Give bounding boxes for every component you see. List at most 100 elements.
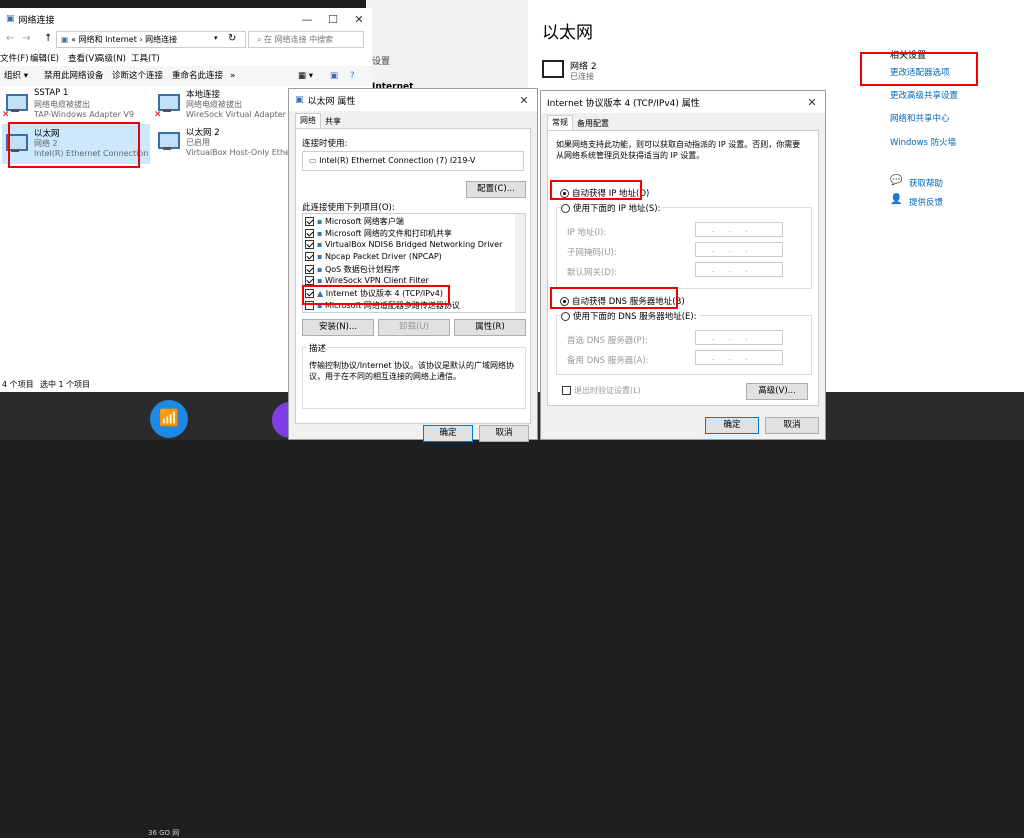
checkbox[interactable] — [305, 301, 314, 310]
link-change-adapter[interactable]: 更改适配器选项 — [890, 66, 950, 78]
item-icon: ▪ — [317, 229, 323, 238]
minimize-icon[interactable]: — — [294, 13, 320, 26]
list-item-ipv4[interactable]: ▲ Internet 协议版本 4 (TCP/IPv4) — [305, 288, 443, 299]
auto-dns-option[interactable]: 自动获得 DNS 服务器地址(B) — [560, 295, 685, 307]
close-icon[interactable]: ✕ — [511, 94, 537, 107]
properties-titlebar: ▣ 以太网 属性 ✕ — [289, 89, 537, 111]
wifi-app-icon[interactable]: 📶 — [150, 400, 188, 438]
radio[interactable] — [560, 189, 569, 198]
tab-network[interactable]: 网络 — [295, 113, 321, 128]
checkbox[interactable] — [305, 276, 314, 285]
cancel-button[interactable]: 取消 — [765, 417, 819, 434]
adapter-ethernet-2[interactable]: 以太网 2 已启用 VirtualBox Host-Only Etherne..… — [154, 126, 311, 162]
menu-file[interactable]: 文件(F) — [0, 52, 29, 64]
organize-button[interactable]: 组织 ▾ — [4, 66, 28, 86]
list-item[interactable]: ▪ Npcap Packet Driver (NPCAP) — [305, 252, 442, 261]
checkbox[interactable] — [305, 229, 314, 238]
validate-option[interactable]: 退出时验证设置(L) — [562, 385, 641, 396]
maximize-icon[interactable]: ☐ — [320, 13, 346, 26]
link-network-center[interactable]: 网络和共享中心 — [890, 112, 950, 124]
menu-tools[interactable]: 工具(T) — [131, 52, 160, 64]
diagnose-button[interactable]: 诊断这个连接 — [112, 66, 163, 86]
menu-view[interactable]: 查看(V) — [68, 52, 97, 64]
ip-address-field[interactable]: ... — [695, 222, 783, 237]
help-icon[interactable]: ? — [350, 66, 355, 86]
link-advanced-sharing[interactable]: 更改高级共享设置 — [890, 89, 958, 101]
radio[interactable] — [561, 312, 570, 321]
item-text: Internet 协议版本 4 (TCP/IPv4) — [325, 289, 443, 298]
radio[interactable] — [560, 297, 569, 306]
refresh-icon[interactable]: ↻ — [228, 33, 236, 44]
list-item[interactable]: ▪ QoS 数据包计划程序 — [305, 264, 400, 275]
network-item[interactable]: 网络 2 已连接 — [542, 58, 662, 84]
auto-ip-option[interactable]: 自动获得 IP 地址(O) — [560, 187, 649, 199]
rename-button[interactable]: 重命名此连接 — [172, 66, 223, 86]
network-folder-icon: ▣ — [6, 14, 15, 24]
configure-button[interactable]: 配置(C)... — [466, 181, 526, 198]
list-item[interactable]: ▪ Microsoft 网络客户端 — [305, 216, 404, 227]
link-help[interactable]: 获取帮助 — [909, 177, 943, 189]
checkbox[interactable] — [305, 217, 314, 226]
list-item[interactable]: ▪ Microsoft 网络的文件和打印机共享 — [305, 228, 452, 239]
properties-button[interactable]: 属性(R) — [454, 319, 526, 336]
menu-advanced[interactable]: 高级(N) — [96, 52, 126, 64]
gateway-field[interactable]: ... — [695, 262, 783, 277]
address-dropdown-icon[interactable]: ▾ — [214, 34, 218, 42]
disable-device-button[interactable]: 禁用此网络设备 — [44, 66, 104, 86]
ok-button[interactable]: 确定 — [423, 425, 473, 442]
item-count: 4 个项目 — [2, 380, 34, 389]
checkbox[interactable] — [305, 252, 314, 261]
list-item[interactable]: ▪ WireSock VPN Client Filter — [305, 276, 429, 285]
connect-using-label: 连接时使用: — [302, 139, 348, 149]
close-icon[interactable]: ✕ — [799, 96, 825, 109]
tab-alternate[interactable]: 备用配置 — [573, 117, 613, 130]
more-button[interactable]: » — [230, 66, 235, 86]
up-icon[interactable]: ↑ — [44, 33, 52, 44]
adapter-local[interactable]: ✕ 本地连接 网络电缆被拔出 WireSock Virtual Adapter — [154, 88, 304, 124]
alternate-dns-field[interactable]: ... — [695, 350, 783, 365]
list-item[interactable]: ▪ VirtualBox NDIS6 Bridged Networking Dr… — [305, 240, 502, 249]
command-bar: 组织 ▾ 禁用此网络设备 诊断这个连接 重命名此连接 » ▦ ▾ ▣ ? — [0, 66, 372, 86]
tab-general[interactable]: 常规 — [547, 115, 573, 130]
install-button[interactable]: 安装(N)... — [302, 319, 374, 336]
back-icon[interactable]: ← — [6, 33, 14, 44]
item-icon: ▪ — [317, 301, 323, 310]
checkbox[interactable] — [305, 289, 314, 298]
view-options-icon[interactable]: ▦ ▾ — [298, 66, 313, 86]
close-icon[interactable]: ✕ — [346, 13, 372, 26]
preferred-dns-label: 首选 DNS 服务器(P): — [567, 336, 648, 346]
breadcrumb-2: › — [139, 35, 143, 44]
list-scrollbar[interactable] — [515, 214, 525, 312]
ipv4-controls: ✕ — [799, 96, 825, 109]
checkbox[interactable] — [305, 240, 314, 249]
radio[interactable] — [561, 204, 570, 213]
preferred-dns-field[interactable]: ... — [695, 330, 783, 345]
breadcrumb-1[interactable]: 网络和 Internet — [79, 35, 137, 44]
uninstall-button[interactable]: 卸载(U) — [378, 319, 450, 336]
adapter-name: Intel(R) Ethernet Connection (7) I219-V — [319, 156, 476, 165]
properties-controls: ✕ — [511, 94, 537, 107]
link-feedback[interactable]: 提供反馈 — [909, 196, 943, 208]
link-firewall[interactable]: Windows 防火墙 — [890, 136, 956, 148]
manual-ip-option[interactable]: 使用下面的 IP 地址(S): — [561, 202, 663, 214]
list-item[interactable]: ▪ Microsoft 网络适配器多路传送器协议 — [305, 300, 460, 311]
menu-edit[interactable]: 编辑(E) — [30, 52, 59, 64]
advanced-button[interactable]: 高级(V)... — [746, 383, 808, 400]
forward-icon[interactable]: → — [22, 33, 30, 44]
checkbox[interactable] — [305, 265, 314, 274]
manual-dns-option[interactable]: 使用下面的 DNS 服务器地址(E): — [561, 310, 699, 322]
description-label: 描述 — [307, 342, 329, 354]
checkbox[interactable] — [562, 386, 571, 395]
preview-pane-icon[interactable]: ▣ — [330, 66, 338, 86]
search-box[interactable]: ⌕ 在 网络连接 中搜索 — [248, 31, 364, 48]
adapter-sstap[interactable]: ✕ SSTAP 1 网络电缆被拔出 TAP-Windows Adapter V9 — [2, 88, 150, 124]
item-text: WireSock VPN Client Filter — [324, 276, 429, 285]
breadcrumb-0[interactable]: « — [71, 35, 76, 44]
adapter-ethernet[interactable]: 以太网 网络 2 Intel(R) Ethernet Connection (7… — [2, 124, 150, 164]
cancel-button[interactable]: 取消 — [479, 425, 529, 442]
tab-sharing[interactable]: 共享 — [321, 115, 345, 128]
auto-dns-label: 自动获得 DNS 服务器地址(B) — [572, 297, 685, 307]
subnet-mask-field[interactable]: ... — [695, 242, 783, 257]
ok-button[interactable]: 确定 — [705, 417, 759, 434]
breadcrumb-3[interactable]: 网络连接 — [145, 35, 177, 44]
